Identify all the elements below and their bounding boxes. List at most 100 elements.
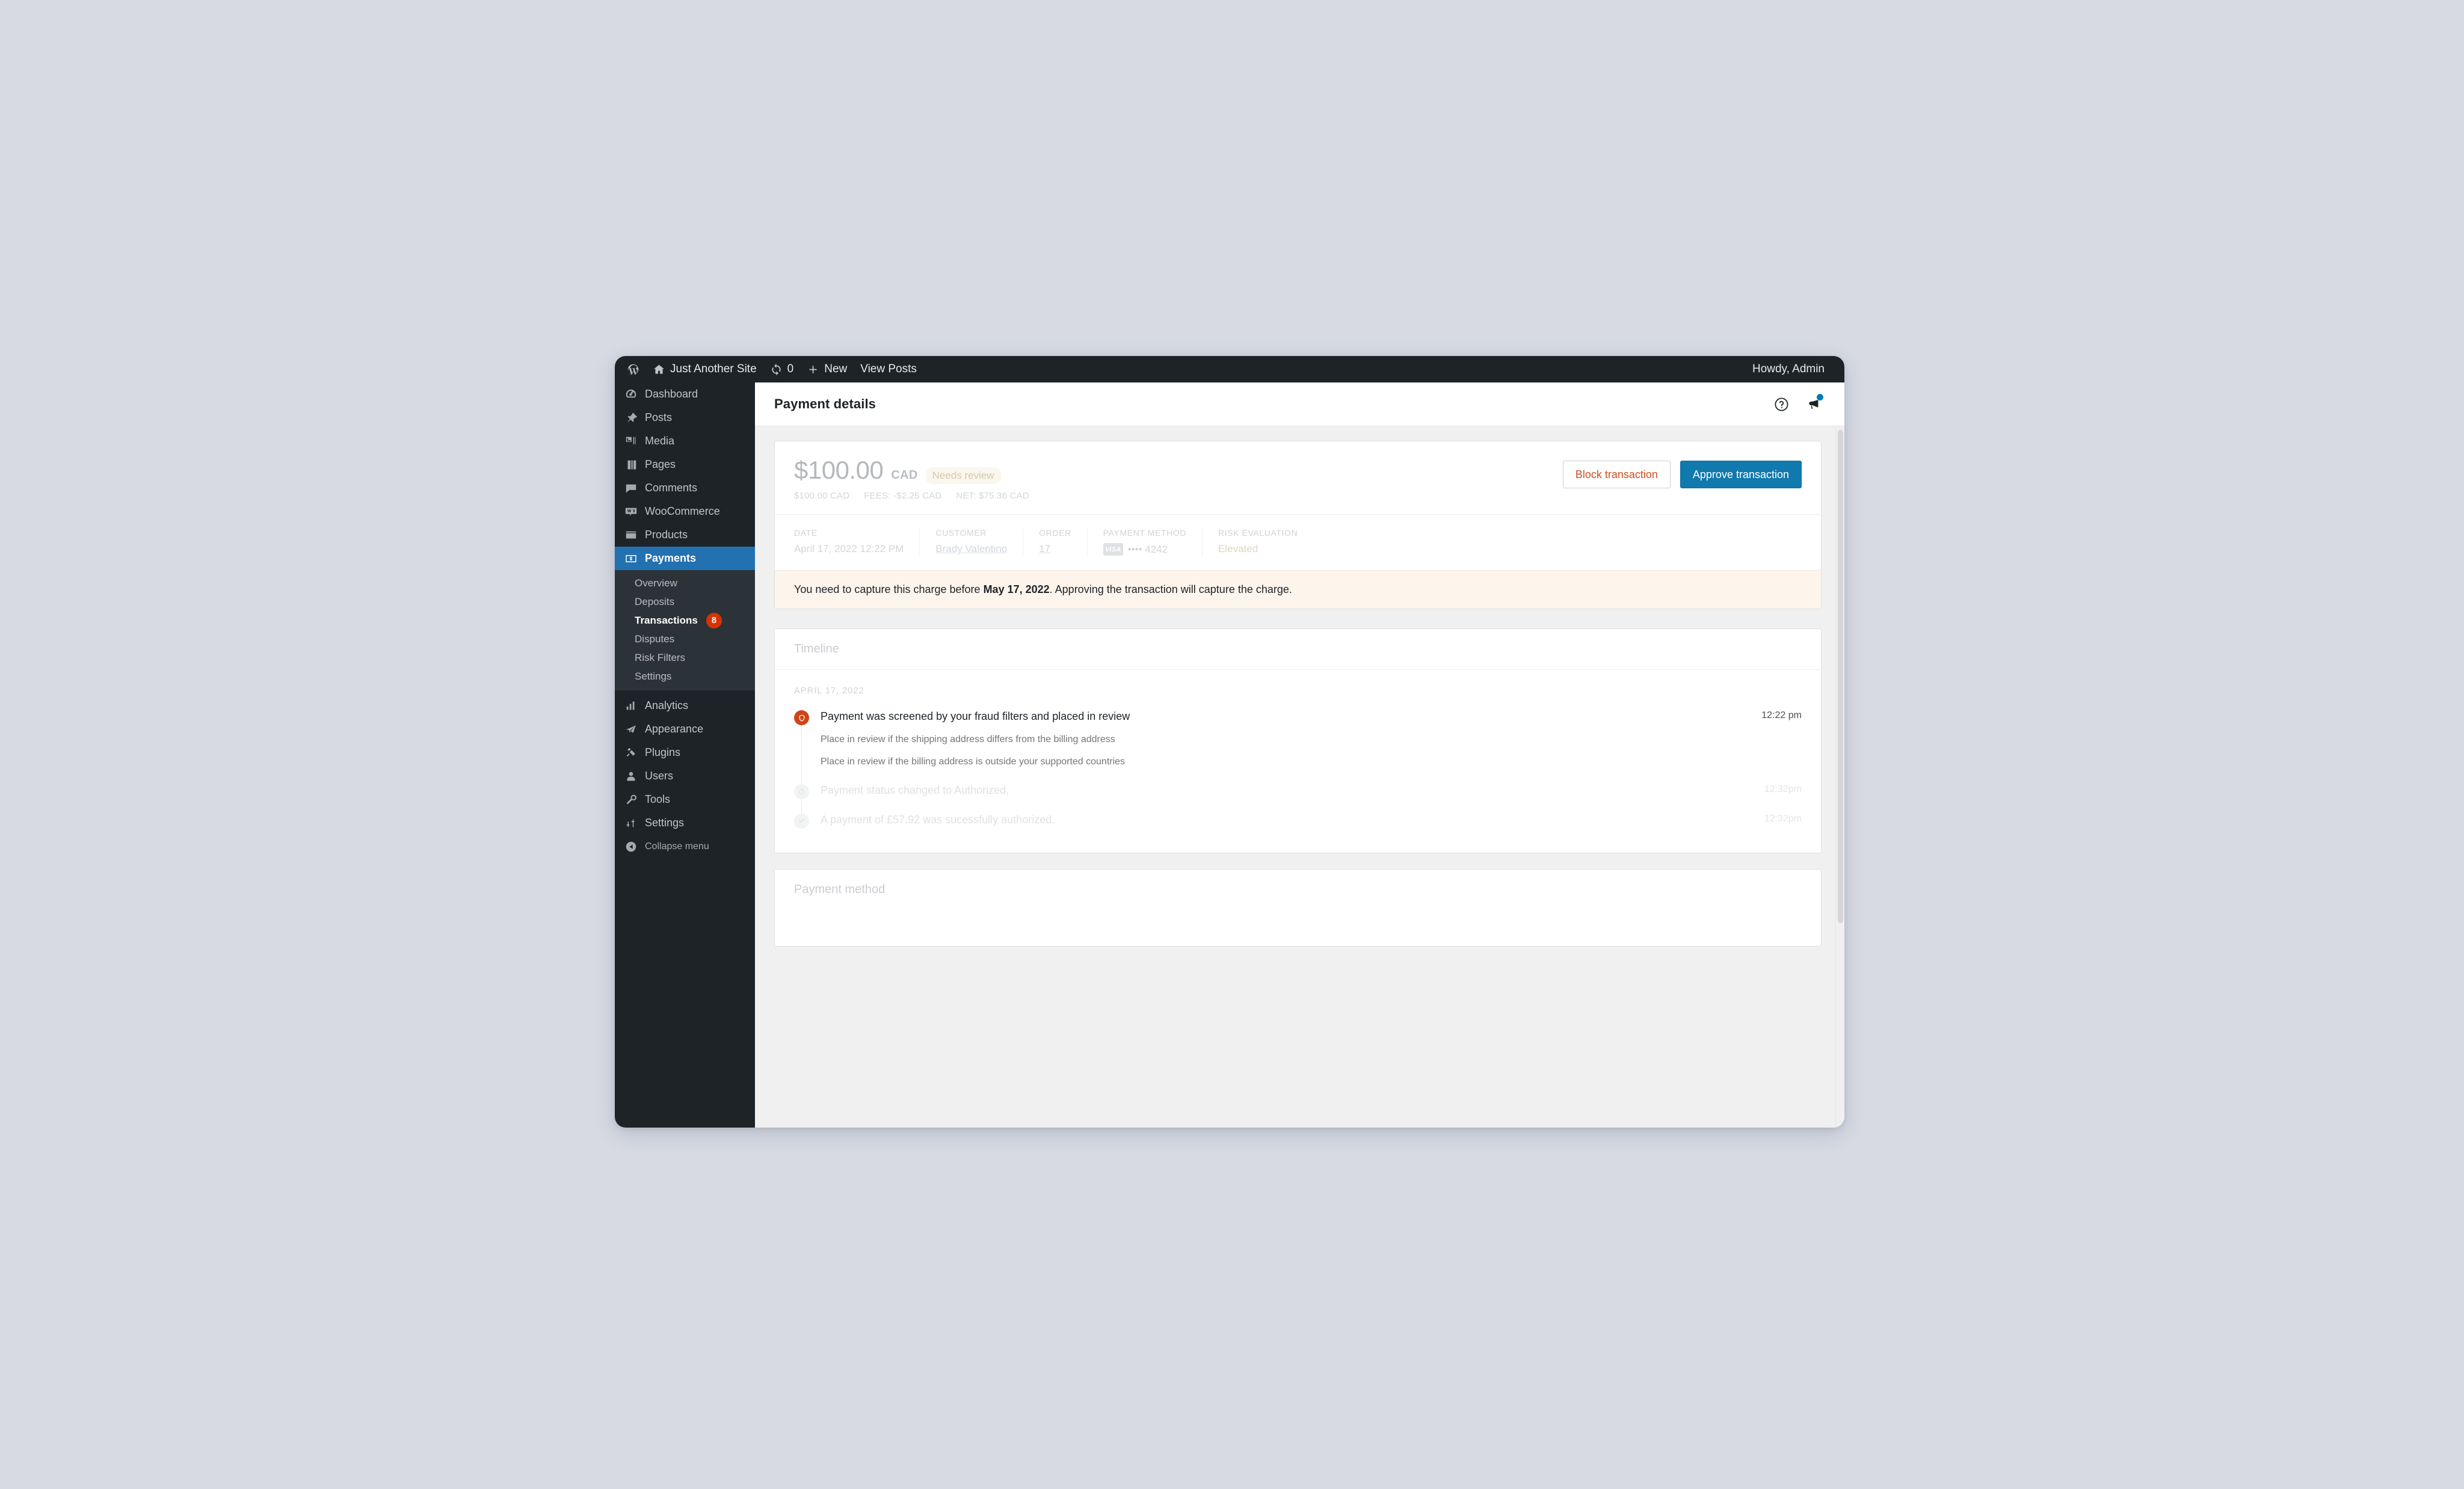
payment-method-title: Payment method: [794, 883, 886, 897]
sidebar-item-media[interactable]: Media: [615, 429, 755, 453]
appearance-icon: [624, 723, 638, 736]
account-greeting[interactable]: Howdy, Admin: [1746, 356, 1831, 382]
sidebar-item-label: Settings: [645, 817, 685, 829]
block-transaction-button[interactable]: Block transaction: [1562, 461, 1671, 488]
feedback-notification-dot: [1817, 393, 1823, 401]
sidebar-item-analytics[interactable]: Analytics: [615, 694, 755, 717]
view-posts-label: View Posts: [860, 363, 917, 375]
sidebar-subitem-label: Risk Filters: [635, 651, 686, 663]
timeline-title: Timeline: [775, 629, 1821, 671]
meta-date: DATE April 17, 2022 12:22 PM: [794, 528, 919, 556]
sidebar-item-dashboard[interactable]: Dashboard: [615, 382, 755, 406]
sidebar-item-pages[interactable]: Pages: [615, 453, 755, 476]
page-title: Payment details: [774, 396, 876, 411]
updates-button[interactable]: 0: [763, 356, 801, 382]
site-name-label: Just Another Site: [670, 363, 757, 375]
sidebar-item-appearance[interactable]: Appearance: [615, 717, 755, 741]
sidebar-item-tools[interactable]: Tools: [615, 788, 755, 811]
sidebar-item-users[interactable]: Users: [615, 764, 755, 788]
help-circle-icon[interactable]: [1773, 396, 1790, 413]
analytics-icon: [624, 699, 638, 713]
new-content-button[interactable]: New: [800, 356, 854, 382]
sidebar-item-overview[interactable]: Overview: [615, 574, 755, 592]
scrollbar-thumb[interactable]: [1838, 430, 1843, 923]
tools-icon: [624, 793, 638, 806]
notice-deadline: May 17, 2022: [983, 583, 1050, 596]
payments-icon: [624, 552, 638, 565]
wp-logo-button[interactable]: [624, 356, 646, 382]
pages-icon: [624, 458, 638, 471]
sidebar-item-disputes[interactable]: Disputes: [615, 630, 755, 648]
view-posts-button[interactable]: View Posts: [854, 356, 923, 382]
timeline-entry-time: 12:32pm: [1764, 784, 1802, 795]
timeline-entry-detail: Place in review if the shipping address …: [821, 734, 1115, 745]
status-badge: Needs review: [925, 467, 1001, 485]
amount-row: $100.00 CAD Needs review $100.00 CAD FEE…: [775, 441, 1821, 514]
sidebar-item-label: Tools: [645, 793, 671, 805]
admin-shell: Dashboard Posts Media Pages Comments Woo: [615, 382, 1844, 1128]
payment-amount: $100.00: [794, 456, 884, 484]
sidebar-item-risk-filters[interactable]: Risk Filters: [615, 648, 755, 667]
shield-icon: [794, 710, 809, 726]
timeline-entry-text: Payment was screened by your fraud filte…: [821, 710, 1130, 723]
sidebar-item-transactions[interactable]: Transactions 8: [615, 611, 755, 630]
greeting-label: Howdy, Admin: [1752, 363, 1825, 375]
sidebar-item-label: WooCommerce: [645, 505, 720, 517]
amount-line: $100.00 CAD Needs review: [794, 456, 1563, 485]
breakdown-net: NET: $75.36 CAD: [956, 491, 1029, 502]
meta-value: Brady Valentino: [935, 543, 1007, 555]
sidebar-item-label: Payments: [645, 552, 697, 564]
sidebar-item-label: Media: [645, 435, 675, 447]
admin-content: Payment details $100.00 CAD Needs review…: [755, 382, 1844, 1128]
sidebar-item-payments[interactable]: Payments: [615, 547, 755, 570]
sidebar-item-label: Users: [645, 770, 674, 782]
wordpress-logo-icon: [627, 363, 639, 376]
sidebar-subitem-label: Transactions: [635, 614, 698, 626]
timeline-entry-main: A payment of £57.92 was sucessfully auth…: [821, 814, 1750, 826]
meta-value: 17: [1039, 543, 1071, 555]
timeline-entry-time: 12:32pm: [1764, 814, 1802, 824]
timeline-list: Payment was screened by your fraud filte…: [794, 702, 1802, 835]
woocommerce-icon: [624, 505, 638, 518]
users-icon: [624, 770, 638, 783]
vertical-scrollbar[interactable]: [1835, 426, 1844, 1128]
sidebar-item-label: Products: [645, 529, 688, 541]
payment-currency: CAD: [891, 468, 918, 482]
sidebar-item-payments-settings[interactable]: Settings: [615, 667, 755, 686]
meta-label: PAYMENT METHOD: [1103, 528, 1187, 538]
approve-transaction-button[interactable]: Approve transaction: [1680, 461, 1802, 488]
page-scroll-area: $100.00 CAD Needs review $100.00 CAD FEE…: [755, 426, 1844, 1128]
sidebar-item-label: Pages: [645, 458, 676, 470]
timeline-entry: Payment was screened by your fraud filte…: [794, 702, 1802, 776]
sidebar-item-settings[interactable]: Settings: [615, 811, 755, 835]
sidebar-item-comments[interactable]: Comments: [615, 476, 755, 500]
sidebar-subitem-label: Overview: [635, 577, 677, 589]
comments-icon: [624, 482, 638, 495]
sidebar-item-label: Posts: [645, 411, 673, 423]
sidebar-item-woocommerce[interactable]: WooCommerce: [615, 500, 755, 523]
order-link[interactable]: 17: [1039, 543, 1050, 555]
megaphone-icon[interactable]: [1805, 393, 1823, 413]
timeline-entry-text: A payment of £57.92 was sucessfully auth…: [821, 814, 1055, 826]
meta-value: Elevated: [1218, 543, 1258, 555]
sidebar-item-label: Plugins: [645, 746, 681, 758]
payment-summary-card: $100.00 CAD Needs review $100.00 CAD FEE…: [774, 441, 1822, 610]
collapse-menu-button[interactable]: Collapse menu: [615, 835, 755, 858]
sidebar-item-products[interactable]: Products: [615, 523, 755, 547]
customer-link[interactable]: Brady Valentino: [935, 543, 1007, 555]
browser-window: Just Another Site 0 New View Posts Howdy…: [615, 356, 1844, 1128]
new-label: New: [824, 363, 848, 375]
sidebar-item-label: Analytics: [645, 699, 689, 711]
capture-notice: You need to capture this charge before M…: [775, 570, 1821, 609]
summary-actions: Block transaction Approve transaction: [1562, 457, 1802, 488]
sidebar-item-plugins[interactable]: Plugins: [615, 741, 755, 764]
payment-method-body: [775, 910, 1821, 946]
meta-risk-evaluation: RISK EVALUATION Elevated: [1202, 528, 1313, 556]
sidebar-item-posts[interactable]: Posts: [615, 406, 755, 429]
timeline-entry-text: Payment status changed to Authorized.: [821, 784, 1009, 797]
meta-label: DATE: [794, 528, 818, 538]
plus-icon: [807, 363, 819, 376]
site-name-button[interactable]: Just Another Site: [646, 356, 763, 382]
sidebar-item-deposits[interactable]: Deposits: [615, 592, 755, 611]
payments-submenu: Overview Deposits Transactions 8 Dispute…: [615, 570, 755, 690]
